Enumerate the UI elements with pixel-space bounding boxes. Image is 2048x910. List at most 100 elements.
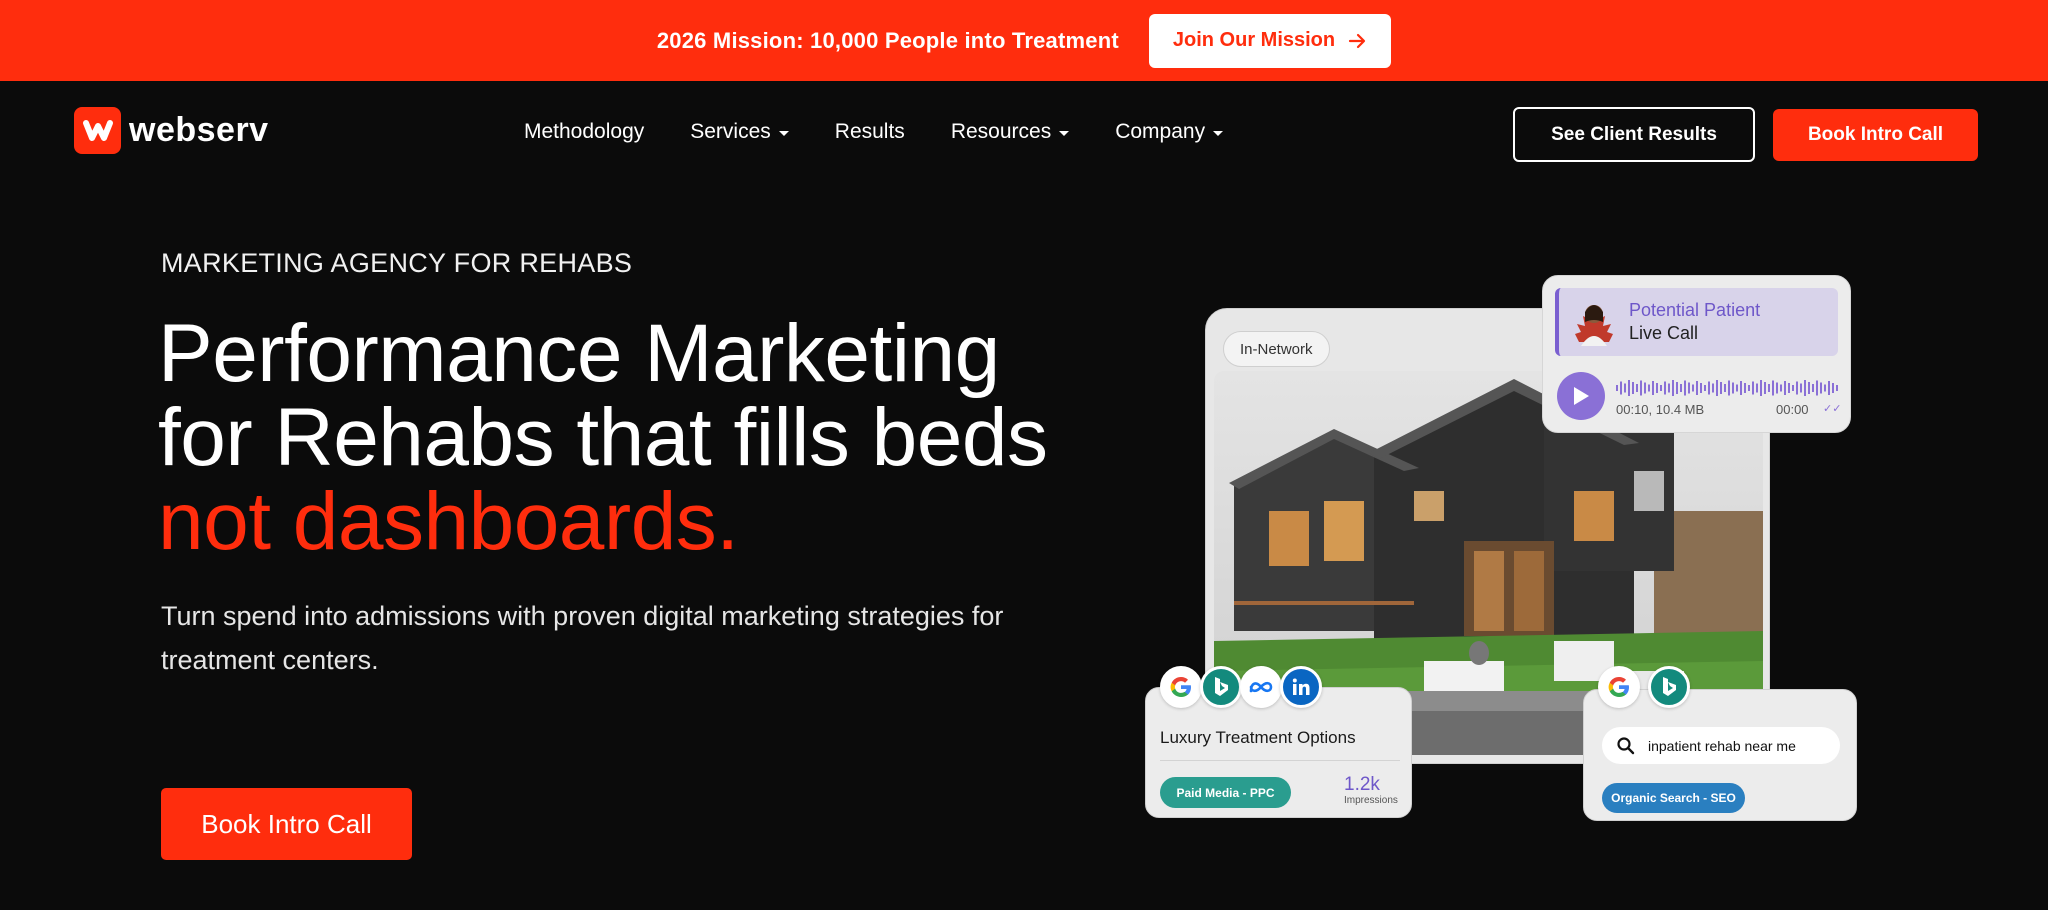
search-icon — [1617, 736, 1635, 754]
play-button[interactable] — [1557, 372, 1605, 420]
wave-bar — [1652, 381, 1654, 395]
wave-bar — [1696, 381, 1698, 395]
wave-bar — [1832, 383, 1834, 393]
seo-platform-badges — [1598, 666, 1690, 708]
nav-item-services[interactable]: Services — [690, 120, 789, 144]
nav-item-label: Company — [1115, 120, 1206, 143]
see-client-results-button[interactable]: See Client Results — [1513, 107, 1755, 162]
search-query: inpatient rehab near me — [1648, 737, 1796, 754]
wave-bar — [1776, 382, 1778, 394]
hero-eyebrow: MARKETING AGENCY FOR REHABS — [161, 248, 633, 278]
wave-bar — [1680, 384, 1682, 392]
bing-icon — [1648, 666, 1690, 708]
wave-bar — [1780, 384, 1782, 392]
wave-bar — [1760, 380, 1762, 396]
wave-bar — [1692, 384, 1694, 392]
main-nav: webserv Methodology Services Results Res… — [0, 81, 2048, 186]
nav-item-results[interactable]: Results — [835, 120, 905, 144]
wave-bar — [1712, 383, 1714, 393]
logo-wordmark: webserv — [129, 111, 269, 149]
wave-bar — [1784, 381, 1786, 395]
wave-bar — [1668, 383, 1670, 393]
wave-bar — [1800, 383, 1802, 393]
bing-icon — [1200, 666, 1242, 708]
wave-bar — [1708, 381, 1710, 395]
wave-bar — [1628, 380, 1630, 396]
wave-bar — [1624, 383, 1626, 393]
nav-item-resources[interactable]: Resources — [951, 120, 1070, 144]
wave-bar — [1772, 380, 1774, 396]
wave-bar — [1796, 381, 1798, 395]
wave-bar — [1688, 382, 1690, 394]
wave-bar — [1728, 380, 1730, 396]
wave-bar — [1816, 380, 1818, 396]
nav-menu: Methodology Services Results Resources C… — [524, 120, 1224, 144]
in-network-tag: In-Network — [1223, 331, 1330, 367]
wave-bar — [1636, 384, 1638, 392]
logo-mark-icon — [74, 107, 121, 154]
wave-bar — [1812, 384, 1814, 392]
live-call-card: Potential Patient Live Call 00:10, 10.4 … — [1542, 275, 1851, 433]
mission-banner: 2026 Mission: 10,000 People into Treatme… — [0, 0, 2048, 81]
wave-bar — [1740, 381, 1742, 395]
google-icon — [1598, 666, 1640, 708]
wave-bar — [1700, 383, 1702, 393]
wave-bar — [1820, 382, 1822, 394]
join-mission-button[interactable]: Join Our Mission — [1148, 13, 1392, 68]
wave-bar — [1672, 380, 1674, 396]
wave-bar — [1736, 384, 1738, 392]
call-subtitle: Live Call — [1629, 323, 1699, 343]
wave-bar — [1764, 382, 1766, 394]
wave-bar — [1724, 384, 1726, 392]
wave-bar — [1768, 384, 1770, 392]
linkedin-icon — [1280, 666, 1322, 708]
call-time: 00:00 — [1776, 402, 1809, 417]
wave-bar — [1656, 383, 1658, 393]
wave-bar — [1720, 382, 1722, 394]
wave-bar — [1620, 381, 1622, 395]
wave-bar — [1684, 380, 1686, 396]
headline-line-2: for Rehabs that fills beds — [158, 392, 1048, 483]
wave-bar — [1824, 384, 1826, 392]
wave-bar — [1836, 385, 1838, 391]
nav-item-label: Methodology — [524, 120, 645, 143]
hero-subtext: Turn spend into admissions with proven d… — [161, 601, 1004, 675]
wave-bar — [1744, 383, 1746, 393]
wave-bar — [1640, 380, 1642, 396]
call-meta: 00:10, 10.4 MB — [1616, 402, 1705, 417]
nav-item-company[interactable]: Company — [1115, 120, 1224, 144]
logo[interactable]: webserv — [74, 107, 269, 154]
wave-bar — [1616, 385, 1618, 391]
avatar — [1573, 296, 1615, 346]
wave-bar — [1752, 381, 1754, 395]
wave-bar — [1632, 382, 1634, 394]
seo-card: inpatient rehab near me Organic Search -… — [1583, 689, 1857, 821]
join-mission-label: Join Our Mission — [1172, 29, 1336, 51]
caret-down-icon — [1213, 131, 1224, 136]
search-input[interactable]: inpatient rehab near me — [1602, 727, 1840, 764]
ppc-platform-badges — [1160, 666, 1322, 708]
google-icon — [1160, 666, 1202, 708]
book-intro-call-hero-button[interactable]: Book Intro Call — [161, 788, 412, 860]
wave-bar — [1644, 382, 1646, 394]
wave-bar — [1788, 383, 1790, 393]
wave-bar — [1648, 384, 1650, 392]
book-intro-call-nav-button[interactable]: Book Intro Call — [1773, 109, 1978, 161]
ppc-title: Luxury Treatment Options — [1160, 728, 1356, 747]
headline-line-1: Performance Marketing — [158, 308, 1000, 399]
arrow-right-icon — [1349, 33, 1366, 48]
organic-search-pill: Organic Search - SEO — [1602, 783, 1745, 813]
call-title: Potential Patient — [1629, 300, 1761, 320]
caret-down-icon — [1059, 131, 1070, 136]
wave-bar — [1716, 380, 1718, 396]
wave-bar — [1664, 381, 1666, 395]
nav-item-methodology[interactable]: Methodology — [524, 120, 644, 144]
nav-item-label: Results — [834, 120, 905, 143]
impressions-label: Impressions — [1344, 795, 1398, 806]
double-check-icon: ✓✓ — [1823, 403, 1842, 415]
nav-item-label: Services — [690, 120, 771, 143]
wave-bar — [1660, 385, 1662, 391]
hero-headline: Performance Marketing for Rehabs that fi… — [158, 312, 1138, 564]
divider — [1160, 760, 1400, 761]
call-header: Potential Patient Live Call — [1555, 288, 1838, 356]
